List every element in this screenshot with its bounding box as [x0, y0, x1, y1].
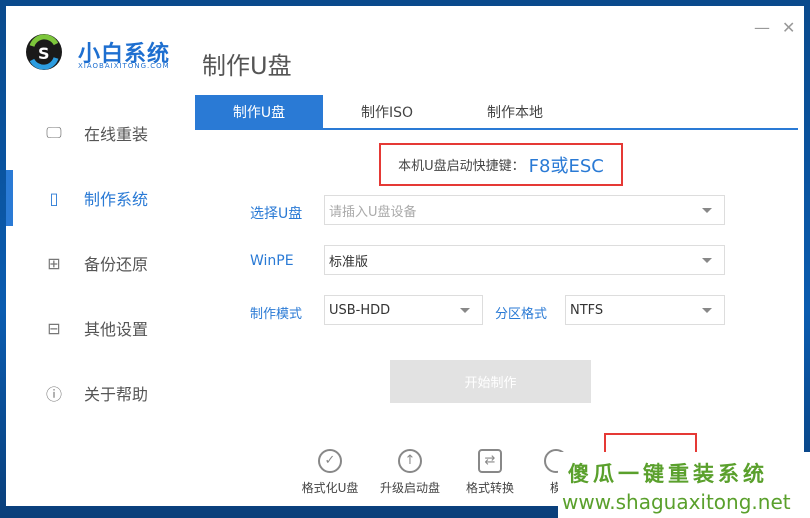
briefcase-icon: ⊟: [47, 318, 61, 338]
winpe-label: WinPE: [250, 253, 294, 269]
page-title: 制作U盘: [202, 52, 292, 80]
watermark: 傻瓜一键重装系统 www.shaguaxitong.net: [558, 452, 810, 518]
arrow-up-circle-icon: ↑: [398, 449, 422, 473]
sidebar-item-label: 其他设置: [84, 320, 149, 339]
sidebar-item-label: 制作系统: [84, 190, 149, 209]
sidebar-item-other-settings[interactable]: ⊟ 其他设置: [6, 300, 186, 356]
app-window: S 小白系统 XIAOBAIXITONG.COM 制作U盘 — ✕ 🖵 在线重装 …: [6, 6, 810, 518]
usb-label: 选择U盘: [250, 206, 303, 222]
tab-make-local[interactable]: 制作本地: [451, 95, 579, 128]
sidebar-item-online-reinstall[interactable]: 🖵 在线重装: [6, 105, 186, 161]
fs-label: 分区格式: [495, 307, 548, 322]
svg-text:S: S: [38, 44, 50, 63]
format-usb-button[interactable]: ✓ 格式化U盘: [290, 449, 370, 496]
watermark-url: www.shaguaxitong.net: [562, 490, 791, 514]
close-button[interactable]: ✕: [782, 18, 795, 37]
sidebar-item-make-system[interactable]: ▯ 制作系统: [6, 170, 186, 226]
convert-icon: ⇄: [478, 449, 502, 473]
start-button[interactable]: 开始制作: [390, 360, 591, 403]
upgrade-boot-button[interactable]: ↑ 升级启动盘: [370, 449, 450, 496]
hotkey-value: F8或ESC: [528, 155, 604, 177]
sidebar-item-backup-restore[interactable]: ⊞ 备份还原: [6, 235, 186, 291]
check-circle-icon: ✓: [318, 449, 342, 473]
tab-make-iso[interactable]: 制作ISO: [323, 95, 451, 128]
usb-icon: ▯: [49, 188, 59, 208]
sidebar-item-about-help[interactable]: ⓘ 关于帮助: [6, 365, 186, 421]
hotkey-info: 本机U盘启动快捷键： F8或ESC: [379, 143, 623, 186]
sidebar-item-label: 在线重装: [84, 125, 149, 144]
winpe-select[interactable]: 标准版: [324, 245, 725, 275]
minimize-button[interactable]: —: [754, 18, 770, 37]
sidebar-item-label: 备份还原: [84, 255, 149, 274]
usb-select[interactable]: 请插入U盘设备: [324, 195, 725, 225]
mode-label: 制作模式: [250, 307, 303, 322]
fs-select[interactable]: NTFS: [565, 295, 725, 325]
watermark-title: 傻瓜一键重装系统: [568, 462, 768, 486]
mode-select[interactable]: USB-HDD: [324, 295, 483, 325]
brand-url: XIAOBAIXITONG.COM: [78, 62, 170, 70]
monitor-icon: 🖵: [46, 123, 62, 142]
grid-icon: ⊞: [47, 253, 61, 273]
tab-bar: 制作U盘 制作ISO 制作本地: [195, 95, 798, 130]
sidebar-item-label: 关于帮助: [84, 385, 149, 404]
tab-make-usb[interactable]: 制作U盘: [195, 95, 323, 128]
logo-icon: S: [26, 34, 62, 70]
hotkey-label: 本机U盘启动快捷键：: [398, 159, 525, 174]
info-icon: ⓘ: [45, 385, 62, 404]
